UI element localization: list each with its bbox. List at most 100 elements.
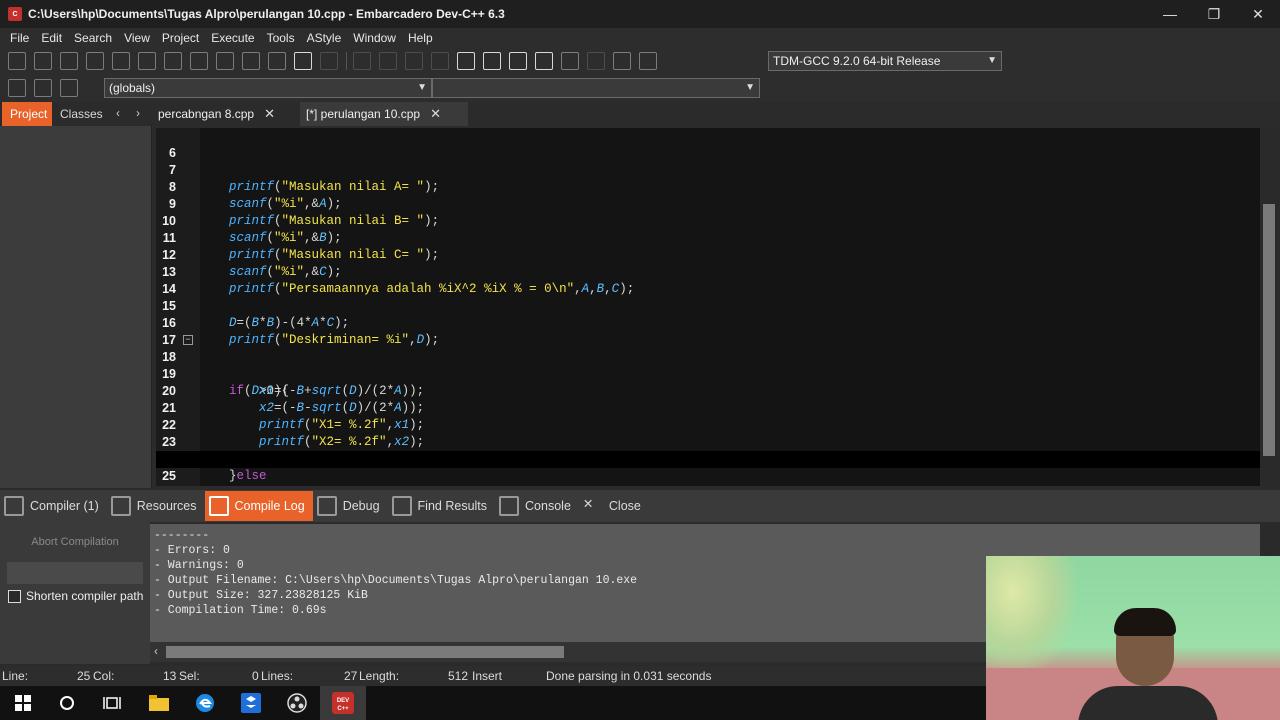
fold-toggle-icon[interactable]: − (183, 335, 193, 345)
menu-file[interactable]: File (4, 31, 35, 45)
editor-vertical-scrollbar[interactable] (1260, 128, 1278, 486)
tab-compiler[interactable]: Compiler (1) (0, 491, 107, 521)
project-options-icon[interactable] (405, 52, 423, 70)
compile-icon[interactable] (457, 52, 475, 70)
shorten-path-checkbox[interactable] (8, 589, 21, 603)
abort-compilation-button[interactable]: Abort Compilation (20, 536, 130, 548)
tab-close[interactable]: ✕ Close (579, 491, 649, 521)
new-project-icon[interactable] (353, 52, 371, 70)
code-line[interactable]: 24 }else (156, 434, 1260, 483)
menu-view[interactable]: View (118, 31, 156, 45)
open-file-icon[interactable] (34, 52, 52, 70)
maximize-button[interactable]: ❐ (1192, 0, 1236, 28)
redo-icon[interactable] (320, 52, 338, 70)
menu-edit[interactable]: Edit (35, 31, 68, 45)
rebuild-icon[interactable] (535, 52, 553, 70)
scrollbar-thumb[interactable] (166, 646, 564, 658)
chevron-right-icon[interactable]: › (136, 106, 140, 120)
shorten-path-option[interactable]: Shorten compiler path (8, 589, 143, 603)
undo-icon[interactable] (294, 52, 312, 70)
code-line[interactable]: 13 printf("Persamaannya adalah %iX^2 %iX… (156, 247, 1260, 296)
goto-line-icon[interactable] (242, 52, 260, 70)
code-line[interactable]: 17 (156, 315, 1260, 347)
goto-bookmark-icon[interactable] (60, 79, 78, 97)
status-col-label: Col: (93, 669, 115, 683)
windows-start-icon[interactable] (0, 686, 46, 720)
chevron-left-icon[interactable]: ‹ (116, 106, 120, 120)
code-line[interactable]: 11 printf("Masukan nilai C= "); (156, 213, 1260, 262)
replace-icon[interactable] (216, 52, 234, 70)
code-line[interactable]: 16 printf("Deskriminan= %i",D); (156, 298, 1260, 347)
status-lines-value: 27 (344, 669, 358, 683)
menu-project[interactable]: Project (156, 31, 205, 45)
menu-execute[interactable]: Execute (205, 31, 260, 45)
code-line[interactable]: 9 printf("Masukan nilai B= "); (156, 179, 1260, 228)
close-window-button[interactable]: ✕ (1236, 0, 1280, 28)
save-icon[interactable] (60, 52, 78, 70)
code-editor[interactable]: 6 7 printf("Masukan nilai A= "); 8 scanf… (156, 128, 1260, 486)
code-line[interactable]: 26 return 0; (156, 468, 1260, 485)
menu-astyle[interactable]: AStyle (301, 31, 348, 45)
file-explorer-icon[interactable] (136, 686, 182, 720)
close-all-icon[interactable] (138, 52, 156, 70)
toggle-bookmark-icon[interactable] (34, 79, 52, 97)
new-file-icon[interactable] (8, 52, 26, 70)
run-icon[interactable] (483, 52, 501, 70)
scope-select[interactable]: (globals) ▼ (104, 78, 432, 98)
devcpp-app-icon: C (8, 7, 22, 21)
fullscreen-icon[interactable] (268, 52, 286, 70)
delete-profile-icon[interactable] (639, 52, 657, 70)
menu-search[interactable]: Search (68, 31, 118, 45)
profile-chart-icon[interactable] (613, 52, 631, 70)
remove-from-project-icon[interactable] (379, 52, 397, 70)
chevron-left-icon[interactable]: ‹ (154, 644, 158, 658)
code-line[interactable]: 6 (156, 128, 1260, 160)
code-line[interactable]: 18 − if(D>0){ (156, 332, 1260, 398)
code-line[interactable]: 10 scanf("%i",&B); (156, 196, 1260, 245)
code-line[interactable]: 21 printf("X1= %.2f",x1); (156, 383, 1260, 432)
code-line[interactable]: 8 scanf("%i",&A); (156, 162, 1260, 211)
code-line[interactable]: 12 scanf("%i",&C); (156, 230, 1260, 279)
code-line[interactable]: 15 D=(B*B)-(4*A*C); (156, 281, 1260, 330)
compile-run-icon[interactable] (509, 52, 527, 70)
code-line[interactable]: 14 (156, 264, 1260, 296)
syntax-check-icon[interactable] (561, 52, 579, 70)
class-browser-icon[interactable] (431, 52, 449, 70)
tab-console[interactable]: Console (495, 491, 579, 521)
tab-project[interactable]: Project (2, 102, 52, 126)
insert-snippet-icon[interactable] (8, 79, 26, 97)
menu-window[interactable]: Window (347, 31, 402, 45)
code-line[interactable]: 19 x1=(-B+sqrt(D)/(2*A)); (156, 349, 1260, 398)
close-icon[interactable]: ✕ (264, 106, 275, 122)
code-line[interactable]: 23 printf("X1 dan X2 merupakan akar akar… (156, 417, 1260, 466)
tab-compile-log[interactable]: Compile Log (204, 491, 313, 521)
member-select[interactable]: ▼ (432, 78, 760, 98)
code-line[interactable]: 7 printf("Masukan nilai A= "); (156, 145, 1260, 194)
tab-file-perulangan[interactable]: [*] perulangan 10.cpp ✕ (300, 102, 468, 126)
menu-help[interactable]: Help (402, 31, 439, 45)
close-icon[interactable]: ✕ (430, 106, 441, 122)
tab-resources[interactable]: Resources (107, 491, 205, 521)
stop-execution-icon[interactable] (587, 52, 605, 70)
edge-icon[interactable] (182, 686, 228, 720)
save-all-icon[interactable] (86, 52, 104, 70)
compiler-select[interactable]: TDM-GCC 9.2.0 64-bit Release ▼ (768, 51, 1002, 71)
menu-tools[interactable]: Tools (261, 31, 301, 45)
tab-file-percabngan[interactable]: percabngan 8.cpp ✕ (152, 102, 292, 126)
tab-find-results[interactable]: Find Results (388, 491, 495, 521)
search-circle-icon[interactable] (44, 686, 90, 720)
print-icon[interactable] (164, 52, 182, 70)
minimize-button[interactable]: — (1148, 0, 1192, 28)
find-icon[interactable] (190, 52, 208, 70)
close-file-icon[interactable] (112, 52, 130, 70)
obs-icon[interactable] (274, 686, 320, 720)
code-line[interactable]: 20 x2=(-B-sqrt(D)/(2*A)); (156, 366, 1260, 415)
task-view-icon[interactable] (89, 686, 135, 720)
scrollbar-thumb[interactable] (1263, 204, 1275, 456)
dropbox-icon[interactable] (228, 686, 274, 720)
devcpp-taskbar-icon[interactable]: DEV C++ (320, 686, 366, 720)
tab-debug[interactable]: Debug (313, 491, 388, 521)
code-line-current[interactable]: 25 if(D==0) (156, 451, 1260, 483)
tab-classes[interactable]: Classes (52, 102, 111, 126)
code-line[interactable]: 22 printf("X2= %.2f",x2); (156, 400, 1260, 449)
